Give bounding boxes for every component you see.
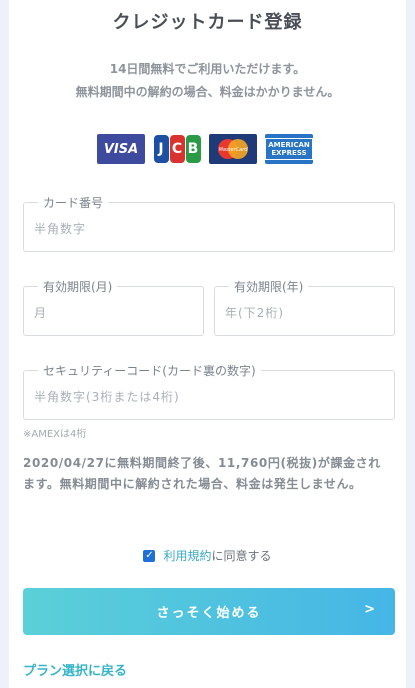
back-to-plans-link[interactable]: プラン選択に戻る [23,660,127,679]
page-title: クレジットカード登録 [112,12,303,33]
expiry-year-placeholder: 年(下2桁) [225,306,284,320]
terms-link[interactable]: 利用規約 [163,549,211,563]
terms-agreement: ✓ 利用規約に同意する [9,547,406,564]
security-code-label: セキュリティーコード(カード裏の数字) [38,362,261,379]
registration-card: クレジットカード登録 14日間無料でご利用いただけます。 無料期間中の解約の場合… [9,0,406,688]
security-code-placeholder: 半角数字(3桁または4桁) [34,390,180,404]
mastercard-logo: MasterCard [209,134,257,164]
card-number-placeholder: 半角数字 [34,222,87,236]
card-brands: VISA J C B MasterCard AMERICAN EXPRESS [97,134,313,164]
amex-logo: AMERICAN EXPRESS [265,134,313,164]
jcb-logo: J C B [153,134,201,164]
chevron-right-icon: > [364,602,377,617]
visa-logo: VISA [97,134,145,164]
amex-note: ※AMEXは4桁 [23,429,87,440]
expiry-year-input[interactable]: 有効期限(年) 年(下2桁) [214,278,395,336]
subtitle-line1: 14日間無料でご利用いただけます。 [109,62,306,76]
expiry-month-input[interactable]: 有効期限(月) 月 [23,278,204,336]
billing-notice: 2020/04/27に無料期間終了後、11,760円(税抜)が課金されます。無料… [23,456,381,491]
start-button-label: さっそく始める [156,606,262,621]
card-number-input[interactable]: カード番号 半角数字 [23,194,395,252]
security-code-input[interactable]: セキュリティーコード(カード裏の数字) 半角数字(3桁または4桁) [23,362,395,420]
agree-checkbox[interactable]: ✓ [143,549,156,562]
expiry-year-label: 有効期限(年) [229,278,309,295]
svg-text:MasterCard: MasterCard [219,147,249,153]
agree-text: に同意する [211,549,272,563]
subtitle-line2: 無料期間中の解約の場合、料金はかかりません。 [75,85,340,99]
expiry-month-placeholder: 月 [34,306,48,320]
expiry-month-label: 有効期限(月) [38,278,118,295]
start-button[interactable]: さっそく始める > [23,588,395,635]
card-number-label: カード番号 [38,194,109,211]
